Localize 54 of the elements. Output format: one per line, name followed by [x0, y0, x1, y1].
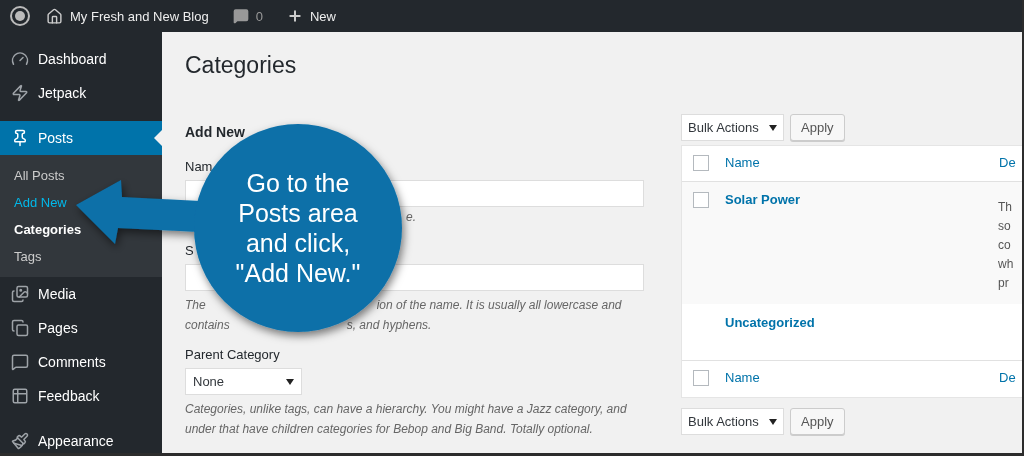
menu-item[interactable]: Dashboard — [0, 42, 162, 76]
site-link[interactable]: My Fresh and New Blog — [38, 0, 217, 32]
menu-item[interactable]: Media — [0, 277, 162, 311]
submenu-item[interactable]: Add New — [14, 189, 67, 216]
new-link[interactable]: New — [278, 0, 344, 32]
submenu-item[interactable]: Categories — [14, 216, 82, 243]
bulk-actions-select[interactable]: Bulk Actions — [681, 408, 784, 435]
apply-button[interactable]: Apply — [790, 114, 845, 141]
description-text: Th so co wh pr — [998, 199, 1015, 292]
field-hint: contains — [185, 317, 230, 334]
checkbox[interactable] — [693, 370, 709, 386]
logo-icon[interactable] — [10, 6, 30, 26]
submenu-item[interactable]: All Posts — [14, 162, 65, 189]
plus-icon — [286, 8, 303, 24]
menu-item[interactable]: Pages — [0, 311, 162, 345]
paintbrush-icon — [11, 432, 29, 450]
media-icon — [11, 285, 29, 303]
gauge-icon — [11, 50, 29, 68]
field-label: Parent Category — [185, 347, 280, 362]
column-header[interactable]: Name — [725, 155, 998, 170]
bolt-icon — [11, 84, 29, 102]
apply-button[interactable]: Apply — [790, 408, 845, 435]
menu-item[interactable]: Feedback — [0, 379, 162, 413]
page-title: Categories — [185, 52, 298, 79]
section-heading: Add New — [185, 124, 246, 140]
submenu-item[interactable]: Tags — [14, 243, 42, 270]
field-hint: Categories, unlike tags, can have a hierarchy. You might have a Jazz category, and under that have children categories for Bebop and Big Band. Totally optional. — [185, 401, 628, 438]
field-label: S — [185, 243, 194, 258]
field-hint: The — [185, 297, 206, 314]
column-header[interactable]: De — [999, 155, 1022, 170]
callout-text: Go to the Posts area and click, "Add New." — [234, 168, 362, 288]
checkbox[interactable] — [693, 192, 709, 208]
column-header[interactable]: Name — [725, 370, 998, 385]
form-icon — [11, 387, 29, 405]
home-icon — [46, 7, 63, 25]
parent-select[interactable]: None — [185, 368, 302, 395]
menu-item[interactable]: Posts — [0, 121, 162, 155]
category-link[interactable]: Uncategorized — [725, 315, 998, 330]
field-label: Nam — [185, 159, 213, 174]
checkbox[interactable] — [693, 155, 709, 171]
field-hint: s, and hyphens. — [346, 317, 432, 334]
field-hint: e. — [406, 209, 416, 226]
comment-icon — [232, 8, 249, 24]
comments-link[interactable]: 0 — [224, 0, 271, 32]
menu-item[interactable]: Comments — [0, 345, 162, 379]
bulk-actions-select[interactable]: Bulk Actions — [681, 114, 784, 141]
field-hint: ion of the name. It is usually all lowercase and — [376, 297, 622, 314]
category-link[interactable]: Solar Power — [725, 192, 998, 207]
comment-icon — [11, 353, 29, 371]
column-header[interactable]: De — [999, 370, 1022, 385]
menu-item[interactable]: Appearance — [0, 424, 162, 453]
pages-icon — [11, 319, 29, 337]
pin-icon — [11, 129, 29, 147]
menu-item[interactable]: Jetpack — [0, 76, 162, 110]
